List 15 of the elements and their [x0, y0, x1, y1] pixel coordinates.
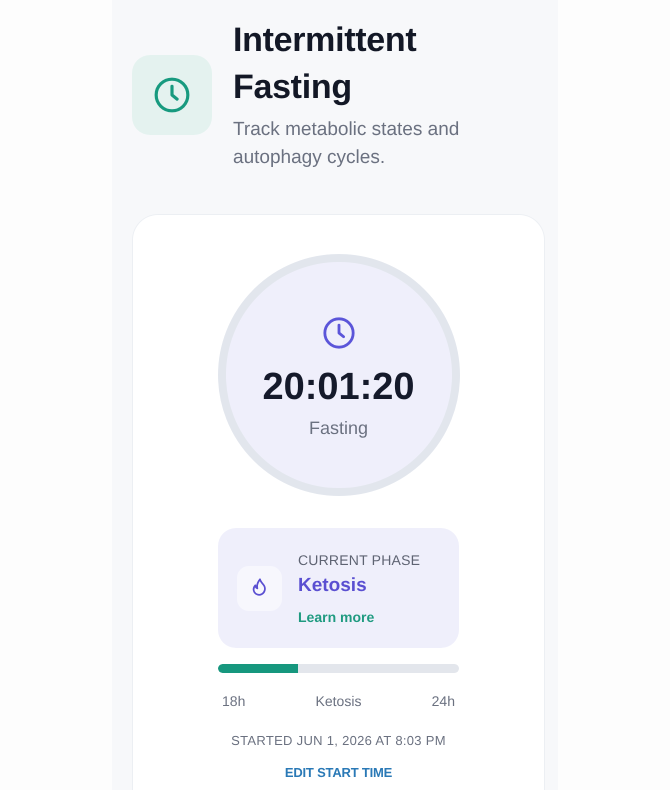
- flame-icon: [237, 566, 282, 610]
- edit-start-time-button[interactable]: EDIT START TIME: [284, 763, 392, 783]
- progress-end-label: 24h: [432, 692, 455, 711]
- progress-start-label: 18h: [222, 692, 246, 711]
- page-subtitle: Track metabolic states and autophagy cycles.: [233, 118, 460, 170]
- phase-label: CURRENT PHASE: [298, 550, 420, 570]
- page-title: Intermittent Fasting: [233, 20, 418, 108]
- clock-icon: [132, 54, 212, 134]
- progress-phase-label: Ketosis: [316, 692, 362, 711]
- start-time-text: STARTED JUN 1, 2026 AT 8:03 PM: [231, 732, 446, 750]
- learn-more-link[interactable]: Learn more: [298, 606, 374, 626]
- phase-name: Ketosis: [298, 574, 368, 598]
- timer-status: Fasting: [308, 417, 368, 440]
- elapsed-time: 20:01:20: [262, 365, 415, 409]
- clock-icon: [322, 316, 356, 350]
